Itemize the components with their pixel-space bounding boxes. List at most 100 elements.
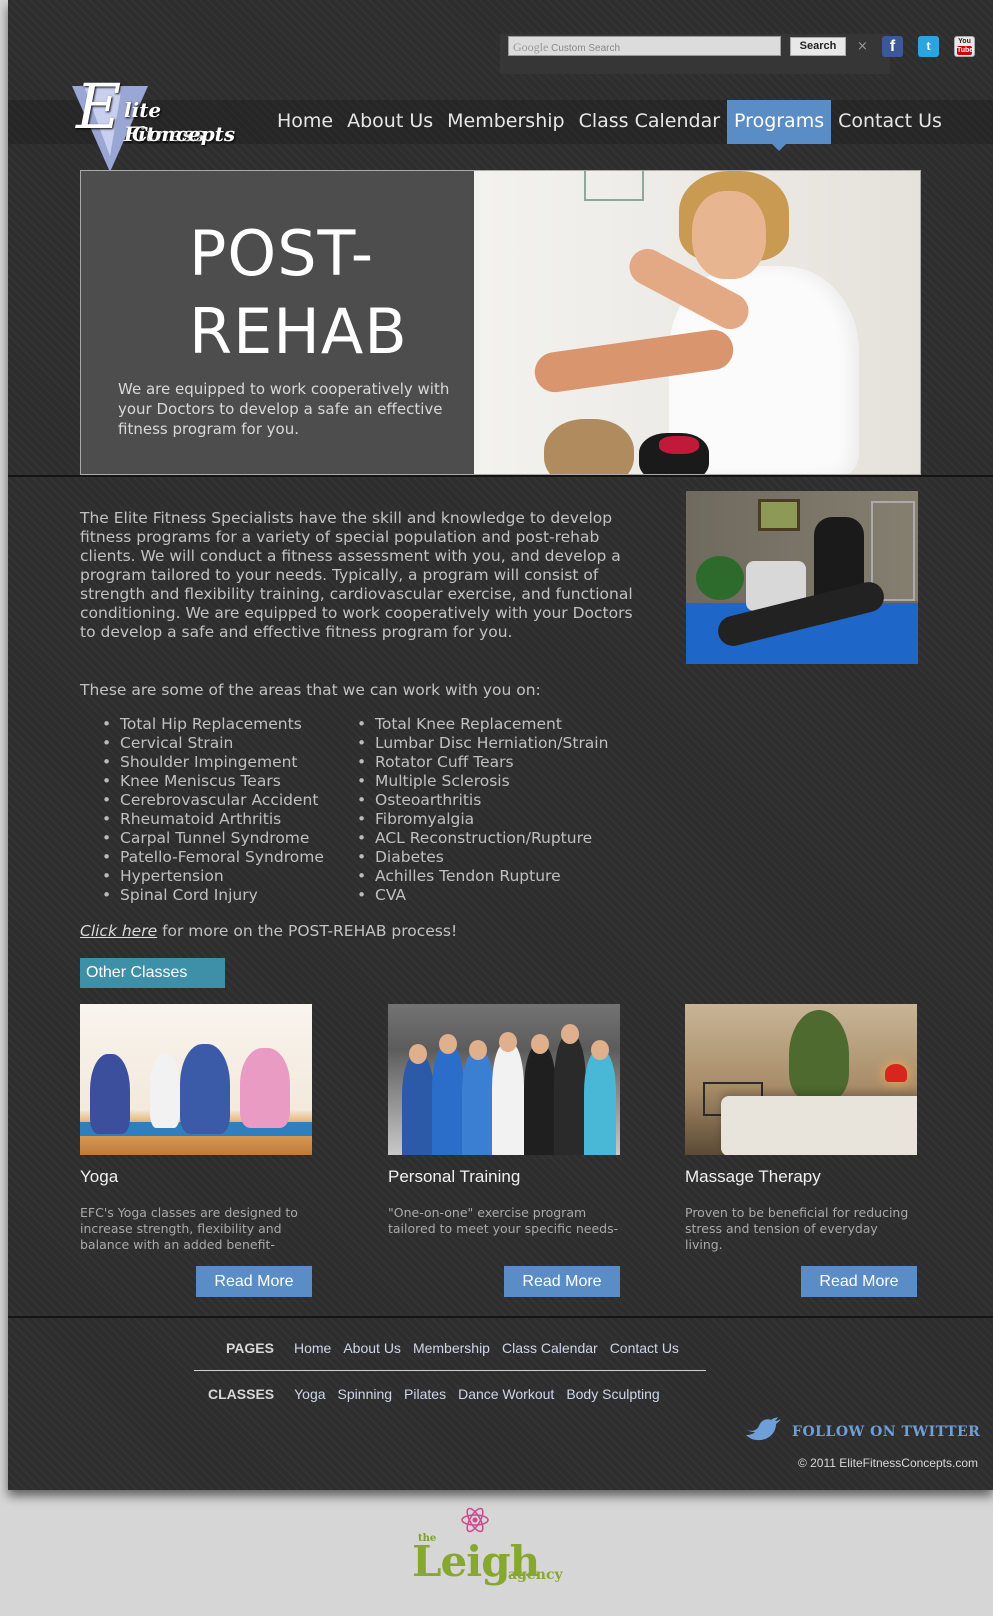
leigh-agency-logo[interactable]: the Leigh agency — [408, 1505, 578, 1586]
footer-link-body-sculpting[interactable]: Body Sculpting — [566, 1386, 659, 1402]
footer-link-contact-us[interactable]: Contact Us — [610, 1340, 679, 1356]
youtube-icon[interactable]: You Tube — [954, 36, 975, 57]
post-rehab-more-line: Click here for more on the POST-REHAB pr… — [80, 922, 457, 940]
list-item: Spinal Cord Injury — [100, 886, 324, 905]
search-input[interactable]: Google Custom Search — [508, 36, 781, 56]
pt-photo-person — [402, 1055, 434, 1155]
footer-link-pilates[interactable]: Pilates — [404, 1386, 446, 1402]
read-more-button[interactable]: Read More — [196, 1266, 312, 1297]
hero-description: We are equipped to work cooperatively wi… — [118, 380, 450, 438]
list-item: Fibromyalgia — [355, 810, 608, 829]
mt-photo-plant — [789, 1010, 849, 1100]
hero-photo-face — [692, 191, 766, 279]
mt-photo-table — [721, 1096, 917, 1155]
pt-photo-person — [524, 1045, 556, 1155]
follow-on-twitter-link[interactable]: FOLLOW ON TWITTER — [792, 1424, 980, 1440]
class-card-personal-training: Personal Training "One-on-one" exercise … — [388, 1004, 620, 1297]
footer-link-home[interactable]: Home — [294, 1340, 331, 1356]
click-here-link[interactable]: Click here — [80, 922, 157, 940]
facebook-icon[interactable]: f — [882, 36, 903, 57]
footer-classes-label: CLASSES — [208, 1386, 275, 1402]
section-divider — [8, 475, 993, 477]
list-item: Achilles Tendon Rupture — [355, 867, 608, 886]
hero-photo-patient-head — [544, 419, 634, 474]
list-item: Total Hip Replacements — [100, 715, 324, 734]
hero-text-panel: POST- REHAB We are equipped to work coop… — [81, 171, 474, 474]
logo-line2: Concepts — [132, 122, 236, 146]
list-item: Lumbar Disc Herniation/Strain — [355, 734, 608, 753]
leigh-agency-text: agency — [508, 1567, 563, 1583]
pt-photo-face — [499, 1032, 517, 1052]
list-item: Diabetes — [355, 848, 608, 867]
card-title: Yoga — [80, 1167, 119, 1186]
yoga-photo-person — [180, 1044, 230, 1134]
site-logo[interactable]: E lite Fitness Concepts — [64, 70, 244, 174]
card-description: Proven to be beneficial for reducing str… — [685, 1205, 909, 1252]
search-clear-icon[interactable]: × — [857, 39, 868, 54]
hero-banner: POST- REHAB We are equipped to work coop… — [80, 170, 921, 475]
pt-photo-person — [462, 1051, 494, 1155]
atom-icon — [461, 1507, 489, 1533]
read-more-button[interactable]: Read More — [504, 1266, 620, 1297]
card-title: Personal Training — [388, 1167, 521, 1186]
logo-initial: E — [76, 70, 122, 143]
site-container: Google Custom Search Search × f t You Tu… — [8, 0, 993, 1490]
nav-contact-us[interactable]: Contact Us — [831, 100, 949, 144]
areas-list-right: Total Knee Replacement Lumbar Disc Herni… — [355, 715, 608, 905]
nav-programs[interactable]: Programs — [727, 100, 832, 151]
list-item: Multiple Sclerosis — [355, 772, 608, 791]
nav-about-us[interactable]: About Us — [340, 100, 440, 144]
search-placeholder: Custom Search — [551, 43, 621, 54]
twitter-icon[interactable]: t — [918, 36, 939, 57]
pt-photo-face — [409, 1044, 427, 1064]
pt-photo-face — [591, 1040, 609, 1060]
pt-photo-person — [492, 1043, 524, 1155]
footer-pages-label: PAGES — [226, 1340, 274, 1356]
copyright: © 2011 EliteFitnessConcepts.com — [797, 1456, 978, 1470]
footer-separator — [194, 1370, 706, 1371]
search-button[interactable]: Search — [790, 37, 846, 56]
yoga-photo — [80, 1004, 312, 1155]
list-item: Rotator Cuff Tears — [355, 753, 608, 772]
card-title: Massage Therapy — [685, 1167, 821, 1186]
pt-photo-person — [432, 1045, 464, 1155]
hero-title-line2: REHAB — [189, 295, 408, 368]
list-item: Shoulder Impingement — [100, 753, 324, 772]
list-item: Total Knee Replacement — [355, 715, 608, 734]
main-nav: Home About Us Membership Class Calendar … — [270, 100, 949, 151]
yoga-photo-person — [240, 1048, 290, 1128]
pt-photo-face — [531, 1034, 549, 1054]
hero-title: POST- REHAB — [189, 215, 459, 371]
twitter-bird-icon[interactable] — [745, 1416, 783, 1442]
footer-link-yoga[interactable]: Yoga — [294, 1386, 325, 1402]
photo-plant — [696, 556, 744, 600]
footer-classes: CLASSES Yoga Spinning Pilates Dance Work… — [208, 1386, 672, 1402]
yoga-photo-person — [90, 1054, 130, 1134]
list-item: Cervical Strain — [100, 734, 324, 753]
nav-home[interactable]: Home — [270, 100, 340, 144]
footer-link-spinning[interactable]: Spinning — [338, 1386, 393, 1402]
yoga-photo-person — [150, 1054, 180, 1128]
footer-link-class-calendar[interactable]: Class Calendar — [502, 1340, 598, 1356]
footer-divider — [8, 1316, 993, 1318]
footer-link-membership[interactable]: Membership — [413, 1340, 490, 1356]
pt-photo-face — [469, 1040, 487, 1060]
footer-pages: PAGES Home About Us Membership Class Cal… — [226, 1340, 691, 1356]
search-brand: Google — [513, 40, 549, 54]
post-rehab-photo — [686, 491, 918, 664]
footer-link-dance-workout[interactable]: Dance Workout — [458, 1386, 554, 1402]
list-item: Cerebrovascular Accident — [100, 791, 324, 810]
nav-membership[interactable]: Membership — [440, 100, 571, 144]
nav-class-calendar[interactable]: Class Calendar — [572, 100, 727, 144]
click-here-rest: for more on the POST-REHAB process! — [157, 922, 458, 940]
mt-photo-lamp — [885, 1064, 907, 1082]
list-item: Carpal Tunnel Syndrome — [100, 829, 324, 848]
list-item: Knee Meniscus Tears — [100, 772, 324, 791]
hero-title-line1: POST- — [189, 217, 375, 290]
read-more-button[interactable]: Read More — [801, 1266, 917, 1297]
pt-photo-person — [584, 1051, 616, 1155]
footer-link-about-us[interactable]: About Us — [343, 1340, 401, 1356]
search-bar: Google Custom Search Search × — [500, 34, 890, 74]
hero-photo — [474, 171, 920, 474]
list-item: Rheumatoid Arthritis — [100, 810, 324, 829]
